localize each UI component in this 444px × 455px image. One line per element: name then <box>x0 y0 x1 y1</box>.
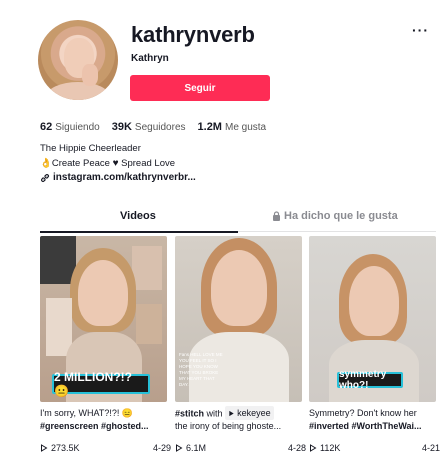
tab-active-indicator <box>40 231 238 233</box>
bio-link-text: instagram.com/kathrynverbr... <box>53 172 196 183</box>
profile-username: kathrynverb <box>131 22 255 47</box>
stitch-user-tag[interactable]: kekeyee <box>225 406 274 420</box>
video-views: 112K <box>309 443 340 453</box>
caption-with: with <box>206 408 223 419</box>
follow-button[interactable]: Seguir <box>130 75 270 101</box>
play-icon <box>310 444 317 452</box>
video-date: 4-21 <box>421 443 440 453</box>
inset-panel <box>136 304 162 344</box>
video-overlay-text: Fans HELL LOVE ME YOU FEEL IT SO I HOPE … <box>179 352 223 387</box>
likes-stat: 1.2M Me gusta <box>198 121 267 133</box>
bio-line-2: 👌Create Peace ♥ Spread Love <box>40 156 175 171</box>
video-thumbnail[interactable]: Fans HELL LOVE ME YOU FEEL IT SO I HOPE … <box>175 236 302 402</box>
likes-count: 1.2M <box>197 121 222 133</box>
video-meta: 112K 4-21 <box>309 443 440 453</box>
likes-label: Me gusta <box>224 122 267 133</box>
stitch-username: kekeyee <box>237 408 271 418</box>
tab-liked-label: Ha dicho que le gusta <box>284 210 398 222</box>
tab-liked[interactable]: Ha dicho que le gusta <box>272 210 398 222</box>
play-icon <box>176 444 183 452</box>
video-card[interactable]: symmetry who?! Symmetry? Don't know her … <box>309 236 440 453</box>
video-tags: #inverted #WorthTheWai... <box>309 421 436 431</box>
more-options-icon[interactable]: ··· <box>412 22 429 38</box>
video-caption: #stitch with kekeyee <box>175 406 302 421</box>
person-face <box>78 260 128 326</box>
video-hashtags[interactable]: #greenscreen #ghosted... <box>40 421 149 431</box>
video-hashtag[interactable]: #stitch <box>175 409 204 419</box>
following-stat[interactable]: 62 Siguiendo <box>40 121 100 133</box>
video-thumbnail[interactable]: symmetry who?! <box>309 236 436 402</box>
video-caption: Symmetry? Don't know her <box>309 408 417 418</box>
video-views: 273.5K <box>40 443 80 453</box>
lock-icon <box>273 211 280 221</box>
following-count: 62 <box>40 121 53 133</box>
link-icon <box>41 173 49 182</box>
bio-text-b: Spread Love <box>118 158 176 169</box>
person-face <box>211 250 267 326</box>
inset-panel <box>132 246 162 290</box>
video-hashtags[interactable]: #inverted #WorthTheWai... <box>309 421 422 431</box>
video-overlay-text: 2 MILLION?!? 😐 <box>52 370 150 398</box>
followers-stat[interactable]: 39K Seguidores <box>112 121 186 133</box>
video-views: 6.1M <box>175 443 206 453</box>
bio-text-a: 👌Create Peace <box>40 158 113 169</box>
video-card[interactable]: 2 MILLION?!? 😐 I'm sorry, WHAT?!?! 😑 #gr… <box>40 236 171 453</box>
video-card[interactable]: Fans HELL LOVE ME YOU FEEL IT SO I HOPE … <box>175 236 306 453</box>
video-caption: I'm sorry, WHAT?!?! 😑 <box>40 408 134 418</box>
tab-videos[interactable]: Videos <box>120 210 156 222</box>
avatar[interactable] <box>38 20 118 100</box>
play-icon <box>229 410 234 416</box>
followers-label: Seguidores <box>134 122 186 133</box>
avatar-shoulder <box>46 82 110 100</box>
bio-line-1: The Hippie Cheerleader <box>40 143 141 154</box>
views-count: 6.1M <box>186 443 207 453</box>
person-face <box>349 266 399 336</box>
views-count: 112K <box>320 443 341 453</box>
video-tags: the irony of being ghoste... <box>175 421 282 431</box>
profile-bio: The Hippie Cheerleader 👌Create Peace ♥ S… <box>40 141 175 171</box>
video-date: 4-28 <box>287 443 306 453</box>
profile-nickname: Kathryn <box>131 53 169 64</box>
followers-count: 39K <box>111 121 132 133</box>
views-count: 273.5K <box>51 443 80 453</box>
video-tags: #greenscreen #ghosted... <box>40 421 167 431</box>
video-overlay-text: symmetry who?! <box>337 369 403 391</box>
video-date: 4-29 <box>152 443 171 453</box>
video-meta: 6.1M 4-28 <box>175 443 306 453</box>
bio-link[interactable]: instagram.com/kathrynverbr... <box>40 172 196 183</box>
following-label: Siguiendo <box>55 122 100 133</box>
video-thumbnail[interactable]: 2 MILLION?!? 😐 <box>40 236 167 402</box>
play-icon <box>41 444 48 452</box>
profile-stats: 62 Siguiendo 39K Seguidores 1.2M Me gusta <box>40 121 266 133</box>
avatar-hand <box>82 64 98 86</box>
profile-tabs: Videos Ha dicho que le gusta <box>40 210 436 233</box>
video-meta: 273.5K 4-29 <box>40 443 171 453</box>
